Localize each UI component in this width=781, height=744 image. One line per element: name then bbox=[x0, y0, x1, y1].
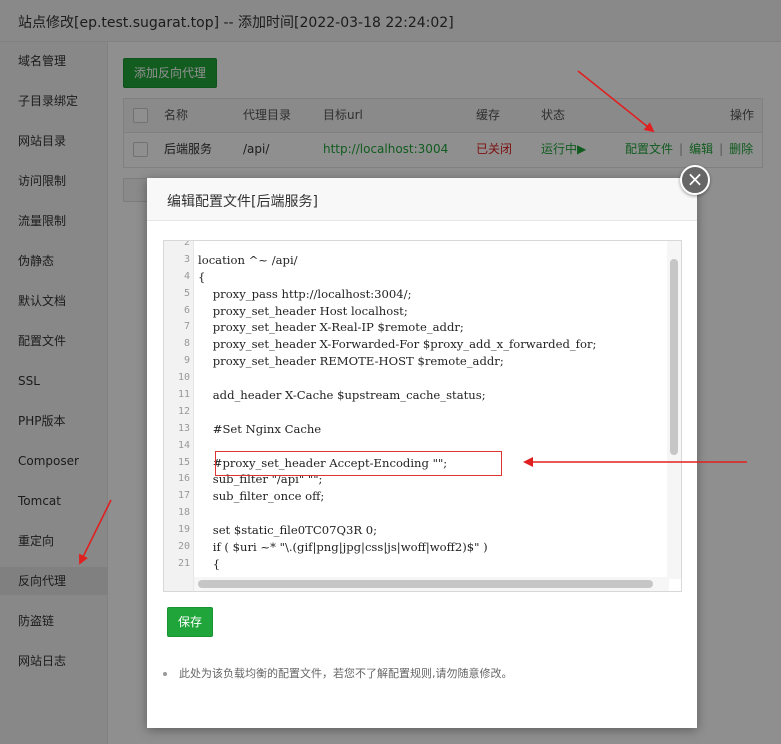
line-number: 18 bbox=[177, 507, 190, 519]
code-line[interactable]: location ^~ /api/ bbox=[198, 252, 668, 269]
code-line[interactable] bbox=[198, 505, 668, 522]
line-number: 14 bbox=[177, 439, 190, 451]
line-number: 21 bbox=[177, 557, 190, 569]
save-button[interactable]: 保存 bbox=[167, 607, 213, 637]
line-number: 16 bbox=[177, 473, 190, 485]
line-number: 7 bbox=[183, 321, 190, 333]
line-number: 20 bbox=[177, 541, 190, 553]
config-code-editor[interactable]: 2 3 4 5 6 7 8 9 10 11 12 13 14 15 16 17 18 19 20 21 locatio… bbox=[163, 240, 682, 592]
code-line[interactable] bbox=[198, 404, 668, 421]
code-line[interactable]: sub_filter_once off; bbox=[198, 488, 668, 505]
line-number: 12 bbox=[177, 405, 190, 417]
line-number: 2 bbox=[183, 240, 190, 248]
code-line[interactable]: proxy_set_header X-Real-IP $remote_addr; bbox=[198, 319, 668, 336]
line-number-gutter: 2 3 4 5 6 7 8 9 10 11 12 13 14 15 16 17 18 19 20 21 bbox=[164, 240, 194, 591]
dialog-header: 编辑配置文件[后端服务] bbox=[147, 178, 697, 221]
vertical-scrollbar[interactable] bbox=[667, 241, 681, 579]
line-number: 17 bbox=[177, 490, 190, 502]
code-line[interactable]: { bbox=[198, 269, 668, 286]
line-number: 11 bbox=[177, 389, 190, 401]
code-text[interactable]: location ^~ /api/{ proxy_pass http://loc… bbox=[198, 241, 668, 573]
horizontal-scrollbar[interactable] bbox=[194, 577, 669, 591]
line-number: 19 bbox=[177, 524, 190, 536]
code-line[interactable]: #Set Nginx Cache bbox=[198, 421, 668, 438]
line-number: 4 bbox=[183, 270, 190, 282]
code-line[interactable] bbox=[198, 370, 668, 387]
line-number: 3 bbox=[183, 253, 190, 265]
dialog-title: 编辑配置文件[后端服务] bbox=[167, 194, 318, 210]
line-numbers: 2 3 4 5 6 7 8 9 10 11 12 13 14 15 16 17 18 19 20 21 bbox=[164, 240, 190, 573]
code-line[interactable]: if ( $uri ~* "\.(gif|png|jpg|css|js|woff… bbox=[198, 539, 668, 556]
line-number: 6 bbox=[183, 304, 190, 316]
code-line[interactable]: proxy_set_header Host localhost; bbox=[198, 303, 668, 320]
vertical-scroll-thumb[interactable] bbox=[670, 259, 678, 455]
horizontal-scroll-thumb[interactable] bbox=[198, 580, 653, 588]
code-line[interactable]: proxy_pass http://localhost:3004/; bbox=[198, 286, 668, 303]
annotation-highlight-box bbox=[215, 451, 502, 476]
code-line[interactable]: set $static_file0TC07Q3R 0; bbox=[198, 522, 668, 539]
tip-text: 此处为该负载均衡的配置文件，若您不了解配置规则,请勿随意修改。 bbox=[163, 665, 673, 681]
code-line[interactable] bbox=[198, 241, 668, 252]
line-number: 15 bbox=[177, 456, 190, 468]
edit-config-dialog: 编辑配置文件[后端服务] 2 3 4 5 6 7 8 9 10 11 12 13 14 15 16 17 18 1… bbox=[147, 178, 697, 728]
code-line[interactable]: add_header X-Cache $upstream_cache_statu… bbox=[198, 387, 668, 404]
close-icon[interactable]: × bbox=[680, 165, 710, 195]
line-number: 13 bbox=[177, 422, 190, 434]
line-number: 8 bbox=[183, 338, 190, 350]
line-number: 5 bbox=[183, 287, 190, 299]
line-number: 10 bbox=[177, 372, 190, 384]
line-number: 9 bbox=[183, 355, 190, 367]
code-line[interactable]: proxy_set_header REMOTE-HOST $remote_add… bbox=[198, 353, 668, 370]
code-line[interactable]: { bbox=[198, 556, 668, 573]
bullet-icon bbox=[163, 672, 167, 676]
tip-message: 此处为该负载均衡的配置文件，若您不了解配置规则,请勿随意修改。 bbox=[179, 667, 513, 680]
code-line[interactable]: proxy_set_header X-Forwarded-For $proxy_… bbox=[198, 336, 668, 353]
